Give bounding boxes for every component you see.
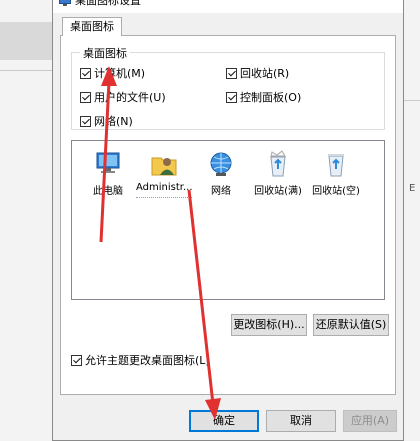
desktop-icon-settings-dialog: 桌面图标设置 桌面图标 桌面图标 计算机(M) 回收站(R) 用户的文件(U) … — [52, 0, 404, 441]
computer-icon — [96, 152, 120, 173]
list-item-label: 回收站(空) — [312, 186, 360, 197]
checkbox-checked-icon[interactable] — [71, 354, 82, 366]
user-files-checkbox-label: 用户的文件(U) — [94, 91, 166, 104]
group-title: 桌面图标 — [80, 45, 130, 61]
title-bar[interactable]: 桌面图标设置 — [53, 0, 403, 13]
list-item-label: 回收站(满) — [254, 186, 302, 197]
restore-default-button[interactable]: 还原默认值(S) — [313, 314, 389, 336]
list-item-label: 网络 — [211, 186, 231, 197]
display-icon — [59, 0, 71, 6]
checkbox-checked-icon[interactable] — [80, 91, 91, 103]
control-panel-checkbox[interactable]: 控制面板(O) — [226, 89, 301, 105]
allow-themes-checkbox-label: 允许主题更改桌面图标(L) — [85, 354, 210, 367]
recycle-bin-empty-icon — [328, 154, 344, 177]
list-item-label: Administr... — [136, 182, 193, 193]
tab-desktop-icons[interactable]: 桌面图标 — [62, 17, 122, 36]
recycle-bin-checkbox-label: 回收站(R) — [240, 67, 290, 80]
recycle-bin-full-icon — [270, 150, 286, 177]
dialog-title: 桌面图标设置 — [75, 0, 141, 7]
user-files-checkbox[interactable]: 用户的文件(U) — [80, 89, 166, 105]
list-item[interactable]: 回收站(空) — [308, 149, 364, 197]
change-icon-button[interactable]: 更改图标(H)... — [231, 314, 307, 336]
list-item-label: 此电脑 — [93, 186, 123, 197]
network-icon — [210, 152, 232, 176]
background-window-right — [404, 0, 420, 441]
selection-focus-line — [136, 197, 192, 199]
cancel-button[interactable]: 取消 — [266, 410, 336, 432]
background-divider-right — [404, 100, 420, 101]
tab-page: 桌面图标 计算机(M) 回收站(R) 用户的文件(U) 控制面板(O) 网络(N… — [60, 35, 396, 395]
icon-list[interactable]: 此电脑 Administr... 网络 回收站(满) 回收站(空) — [71, 140, 385, 300]
computer-checkbox[interactable]: 计算机(M) — [80, 65, 145, 81]
background-window-band — [0, 22, 52, 60]
background-window-left — [0, 0, 52, 441]
list-item[interactable]: 网络 — [193, 149, 249, 197]
background-text: E — [409, 183, 416, 194]
ok-button[interactable]: 确定 — [189, 410, 259, 432]
control-panel-checkbox-label: 控制面板(O) — [240, 91, 302, 104]
list-item[interactable]: 回收站(满) — [250, 149, 306, 197]
checkbox-checked-icon[interactable] — [226, 91, 237, 103]
network-checkbox-label: 网络(N) — [94, 115, 133, 128]
computer-checkbox-label: 计算机(M) — [94, 67, 146, 80]
list-item[interactable]: Administr... — [136, 149, 193, 193]
user-folder-icon — [151, 157, 177, 176]
desktop-icons-group: 桌面图标 计算机(M) 回收站(R) 用户的文件(U) 控制面板(O) 网络(N… — [71, 45, 385, 130]
checkbox-checked-icon[interactable] — [226, 67, 237, 79]
checkbox-checked-icon[interactable] — [80, 67, 91, 79]
network-checkbox[interactable]: 网络(N) — [80, 113, 133, 129]
recycle-bin-checkbox[interactable]: 回收站(R) — [226, 65, 289, 81]
allow-themes-checkbox[interactable]: 允许主题更改桌面图标(L) — [71, 352, 210, 368]
checkbox-checked-icon[interactable] — [80, 115, 91, 127]
apply-button[interactable]: 应用(A) — [343, 410, 397, 432]
list-item[interactable]: 此电脑 — [80, 149, 136, 197]
background-divider — [0, 70, 52, 71]
